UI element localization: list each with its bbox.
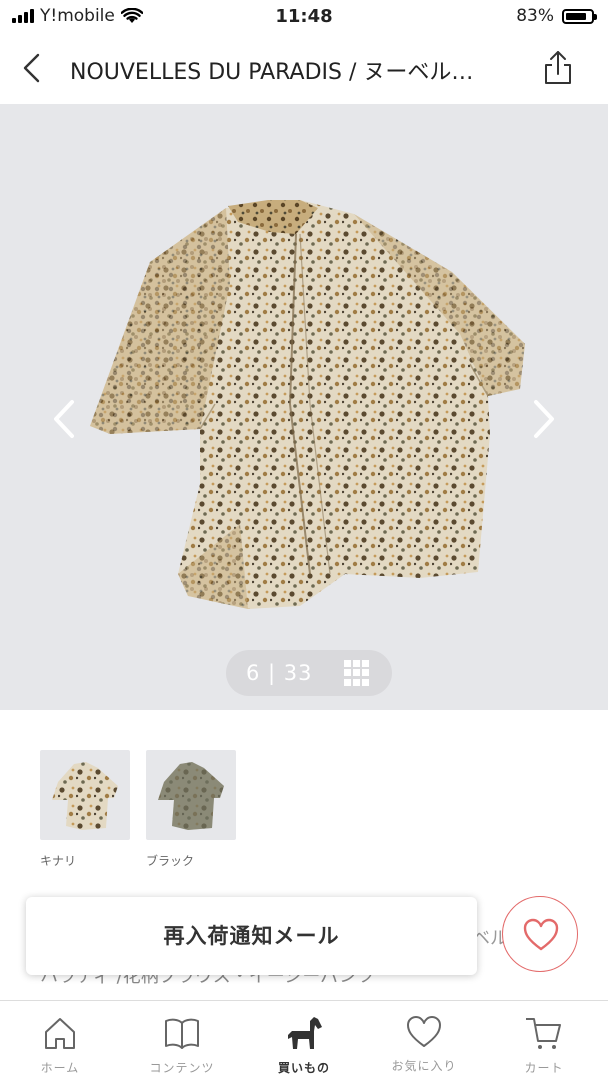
tab-bar: ホーム コンテンツ 買いもの お気に入り カート [0, 1000, 608, 1081]
tab-label: コンテンツ [149, 1061, 215, 1075]
share-icon [545, 51, 571, 84]
battery-percent: 83% [516, 6, 554, 26]
page-title: NOUVELLES DU PARADIS / ヌーベル… [70, 60, 474, 85]
heart-icon [407, 1016, 441, 1047]
product-photo [0, 104, 608, 710]
variant-thumbnail[interactable] [146, 750, 236, 840]
tab-label: 買いもの [277, 1061, 330, 1075]
product-image-gallery[interactable]: 6 | 33 [0, 104, 608, 710]
tab-home[interactable]: ホーム [10, 1015, 110, 1076]
back-button[interactable] [14, 50, 50, 86]
favorite-button[interactable] [502, 896, 578, 972]
home-icon [45, 1018, 75, 1049]
color-variants: キナリ ブラック [0, 710, 608, 900]
variant-thumbnail[interactable] [40, 750, 130, 840]
variant-kinari[interactable]: キナリ [40, 750, 130, 869]
chevron-left-icon [23, 53, 40, 83]
tab-label: ホーム [40, 1061, 80, 1075]
battery-icon [562, 8, 597, 24]
horse-icon [288, 1017, 322, 1049]
tab-label: お気に入り [391, 1059, 457, 1073]
variant-black[interactable]: ブラック [146, 750, 236, 869]
chevron-right-icon [534, 400, 554, 438]
gallery-prev-button[interactable] [44, 394, 84, 444]
nav-header: NOUVELLES DU PARADIS / ヌーベル… [0, 34, 608, 104]
status-right: 83% [516, 6, 597, 26]
share-button[interactable] [538, 48, 578, 88]
tab-cart[interactable]: カート [494, 1015, 594, 1076]
cart-icon [526, 1018, 561, 1049]
image-counter[interactable]: 6 | 33 [226, 650, 392, 696]
tab-contents[interactable]: コンテンツ [132, 1015, 232, 1076]
grid-icon[interactable] [344, 660, 370, 686]
restock-notify-button[interactable]: 再入荷通知メール [26, 897, 477, 975]
status-bar: Y!mobile 11:48 83% [0, 0, 608, 34]
chevron-left-icon [54, 400, 74, 438]
variant-label: キナリ [40, 854, 77, 868]
book-icon [165, 1018, 199, 1049]
gallery-next-button[interactable] [524, 394, 564, 444]
image-counter-text: 6 | 33 [246, 661, 313, 685]
battery-fill [566, 12, 586, 20]
tab-shopping[interactable]: 買いもの [254, 1015, 354, 1076]
heart-icon [523, 918, 559, 951]
variant-label: ブラック [146, 854, 195, 868]
tab-label: カート [524, 1061, 564, 1075]
tab-favorites[interactable]: お気に入り [374, 1015, 474, 1074]
